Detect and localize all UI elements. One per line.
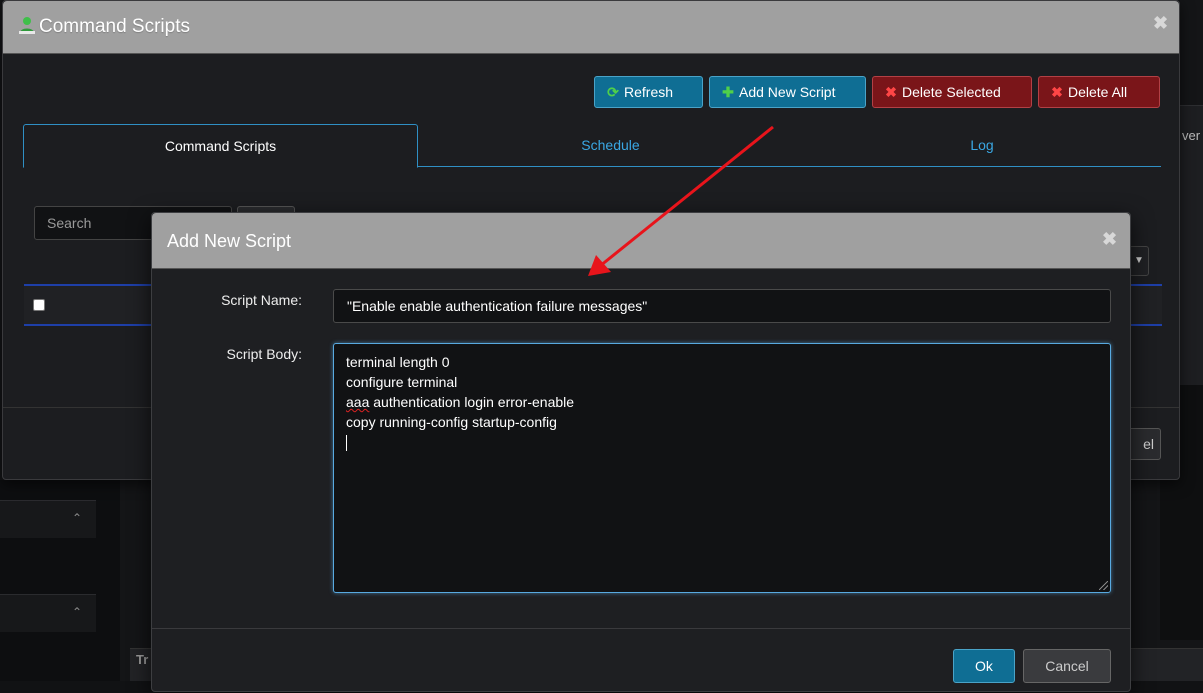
cancel-button[interactable]: Cancel	[1023, 649, 1111, 683]
close-icon[interactable]: ✖	[1102, 229, 1117, 250]
plus-icon: ✚	[720, 77, 736, 107]
script-body-label: Script Body:	[152, 346, 302, 362]
background-collapse-row[interactable]: ⌃	[0, 594, 96, 632]
tab-schedule[interactable]: Schedule	[418, 124, 803, 167]
refresh-button-label: Refresh	[624, 84, 673, 100]
delete-selected-button-label: Delete Selected	[902, 84, 1001, 100]
modal-title: Add New Script	[167, 231, 291, 252]
dialog-title: Command Scripts	[39, 16, 190, 38]
close-icon[interactable]: ✖	[1153, 13, 1168, 34]
background-peek-text: ver	[1182, 128, 1200, 143]
background-collapse-row[interactable]: ⌃	[0, 500, 96, 538]
add-new-script-modal: Add New Script ✖ Script Name: "Enable en…	[151, 212, 1131, 692]
spellcheck-word: aaa	[346, 394, 369, 410]
refresh-icon: ⟳	[605, 77, 621, 107]
chevron-up-icon[interactable]: ⌃	[72, 605, 82, 619]
refresh-button[interactable]: ⟳Refresh	[594, 76, 703, 108]
delete-all-button[interactable]: ✖Delete All	[1038, 76, 1160, 108]
script-body-line: terminal length 0	[346, 352, 1098, 372]
script-name-field[interactable]: "Enable enable authentication failure me…	[333, 289, 1111, 323]
dialog-header: Command Scripts ✖	[3, 1, 1179, 54]
background-left-panel: ⌃ ⌃	[0, 480, 120, 681]
script-body-line: copy running-config startup-config	[346, 412, 1098, 432]
tab-log[interactable]: Log	[803, 124, 1161, 167]
select-all-checkbox[interactable]	[33, 299, 45, 311]
add-new-script-button-label: Add New Script	[739, 84, 835, 100]
chevron-up-icon[interactable]: ⌃	[72, 511, 82, 525]
page-size-select[interactable]: ▼	[1129, 246, 1149, 276]
text-caret	[346, 435, 347, 451]
add-new-script-button[interactable]: ✚Add New Script	[709, 76, 866, 108]
script-name-label: Script Name:	[152, 292, 302, 308]
tab-bar: Command Scripts Schedule Log	[23, 124, 1161, 167]
delete-all-button-label: Delete All	[1068, 84, 1127, 100]
script-body-textarea[interactable]: terminal length 0 configure terminal aaa…	[333, 343, 1111, 593]
delete-x-icon: ✖	[1049, 77, 1065, 107]
delete-x-icon: ✖	[883, 77, 899, 107]
script-body-line: aaa authentication login error-enable	[346, 392, 1098, 412]
modal-footer: Ok Cancel	[152, 628, 1130, 693]
ok-button[interactable]: Ok	[953, 649, 1015, 683]
resize-grip-icon[interactable]	[1099, 581, 1108, 590]
script-body-line: configure terminal	[346, 372, 1098, 392]
user-icon	[19, 16, 35, 34]
background-bottom-text: Tr	[136, 652, 148, 667]
modal-header: Add New Script ✖	[152, 213, 1130, 269]
text-caret-line	[346, 432, 1098, 452]
tab-command-scripts[interactable]: Command Scripts	[23, 124, 418, 168]
delete-selected-button[interactable]: ✖Delete Selected	[872, 76, 1032, 108]
